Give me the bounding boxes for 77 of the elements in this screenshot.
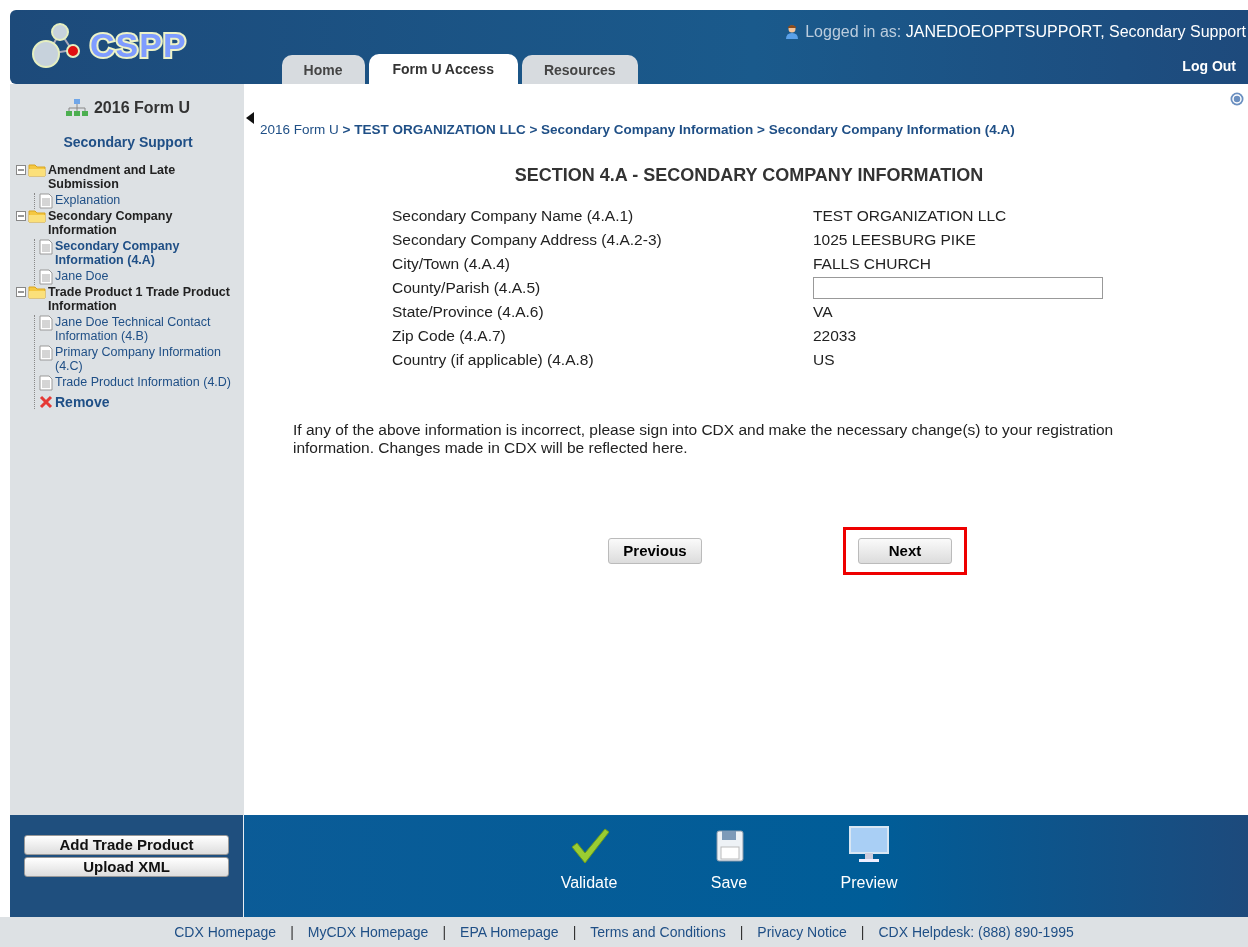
field-label: State/Province (4.A.6) [392, 302, 545, 323]
field-value: FALLS CHURCH [813, 254, 932, 275]
folder-icon [28, 163, 46, 177]
breadcrumb-separator: > [528, 122, 539, 137]
tab[interactable]: Home [281, 55, 365, 84]
document-icon [39, 193, 53, 209]
footer-separator: | [572, 922, 577, 942]
tab[interactable]: Form U Access [368, 54, 518, 84]
document-icon [39, 315, 53, 331]
tree-link[interactable]: Explanation [55, 193, 121, 207]
field-label: City/Town (4.A.4) [392, 254, 511, 275]
hierarchy-icon [65, 99, 88, 117]
remove-link[interactable]: Remove [55, 395, 110, 409]
footer-link[interactable]: CDX Helpdesk: (888) 890-1995 [878, 921, 1074, 943]
save-button[interactable]: Save [674, 815, 784, 917]
field-value: 1025 LEESBURG PIKE [813, 230, 977, 251]
breadcrumb-link[interactable]: Secondary Company Information [541, 122, 754, 137]
breadcrumb-link[interactable]: Secondary Company Information (4.A) [768, 122, 1015, 137]
document-icon [39, 345, 53, 361]
breadcrumb-separator: > [341, 122, 352, 137]
help-icon[interactable] [1230, 92, 1244, 106]
document-icon [39, 239, 53, 255]
collapse-arrow-icon[interactable] [246, 112, 254, 124]
field-value: TEST ORGANIZATION LLC [813, 206, 1008, 227]
sidebar-subtitle: Secondary Support [62, 133, 194, 152]
field-value: 22033 [813, 326, 858, 347]
field-label: Secondary Company Name (4.A.1) [392, 206, 635, 227]
folder-icon [28, 209, 46, 223]
sidebar-title: 2016 Form U [93, 98, 190, 118]
footer-link[interactable]: Terms and Conditions [590, 921, 726, 943]
footer-separator: | [739, 922, 744, 942]
folder-icon [28, 285, 46, 299]
tree-link[interactable]: Jane Doe Technical Contact Information (4.B) [55, 315, 240, 343]
breadcrumb-link[interactable]: 2016 Form U [260, 122, 339, 137]
tree-link[interactable]: Trade Product Information (4.D) [55, 375, 231, 389]
collapse-icon[interactable] [16, 287, 26, 297]
collapse-icon[interactable] [16, 211, 26, 221]
document-icon [39, 269, 53, 285]
sidebar-button[interactable]: Upload XML [24, 857, 229, 877]
validate-button[interactable]: Validate [534, 815, 644, 917]
field-value: US [813, 350, 836, 371]
app-logo-text: CSPP [90, 25, 187, 66]
tab[interactable]: Resources [521, 55, 638, 84]
field-label: Secondary Company Address (4.A.2-3) [392, 230, 663, 251]
footer-link[interactable]: CDX Homepage [174, 921, 277, 943]
field-label: Country (if applicable) (4.A.8) [392, 350, 595, 371]
preview-button[interactable]: Preview [814, 815, 924, 917]
folder-label[interactable]: Trade Product 1 Trade Product Information [48, 285, 240, 313]
logged-in-text: Logged in as: JANEDOEOPPTSUPPORT, Secondary Support [805, 22, 1246, 42]
footer-link[interactable]: Privacy Notice [757, 921, 847, 943]
breadcrumb-link[interactable]: TEST ORGANIZATION LLC [354, 122, 526, 137]
folder-label[interactable]: Secondary Company Information [48, 209, 240, 237]
field-label: County/Parish (4.A.5) [392, 278, 542, 299]
tree-link[interactable]: Jane Doe [55, 269, 109, 283]
nav-button[interactable]: Previous [608, 538, 702, 565]
footer-link[interactable]: EPA Homepage [460, 921, 559, 943]
notice-text: If any of the above information is incorrect, please sign into CDX and make the necessary change(s) to your registration information. Changes made in CDX will be reflected here. [293, 421, 1115, 458]
remove-icon [39, 395, 53, 409]
tree-link[interactable]: Primary Company Information (4.C) [55, 345, 240, 373]
breadcrumb-separator: > [756, 122, 766, 137]
tree-link[interactable]: Secondary Company Information (4.A) [55, 239, 240, 267]
field-value: VA [813, 302, 834, 323]
footer-separator: | [290, 922, 294, 942]
collapse-icon[interactable] [16, 165, 26, 175]
document-icon [39, 375, 53, 391]
nav-button[interactable]: Next [858, 538, 952, 565]
text-input-field[interactable] [813, 277, 1103, 300]
monitor-icon [849, 825, 889, 865]
folder-label[interactable]: Amendment and Late Submission [48, 163, 240, 191]
footer-separator: | [442, 922, 447, 942]
footer-link[interactable]: MyCDX Homepage [307, 921, 429, 943]
section-title: SECTION 4.A - SECONDARY COMPANY INFORMATION [513, 164, 985, 188]
footer-separator: | [860, 922, 865, 942]
field-label: Zip Code (4.A.7) [392, 326, 507, 347]
sidebar-button[interactable]: Add Trade Product [24, 835, 229, 855]
user-icon [784, 24, 801, 40]
log-out-link[interactable]: Log Out [1182, 56, 1236, 77]
